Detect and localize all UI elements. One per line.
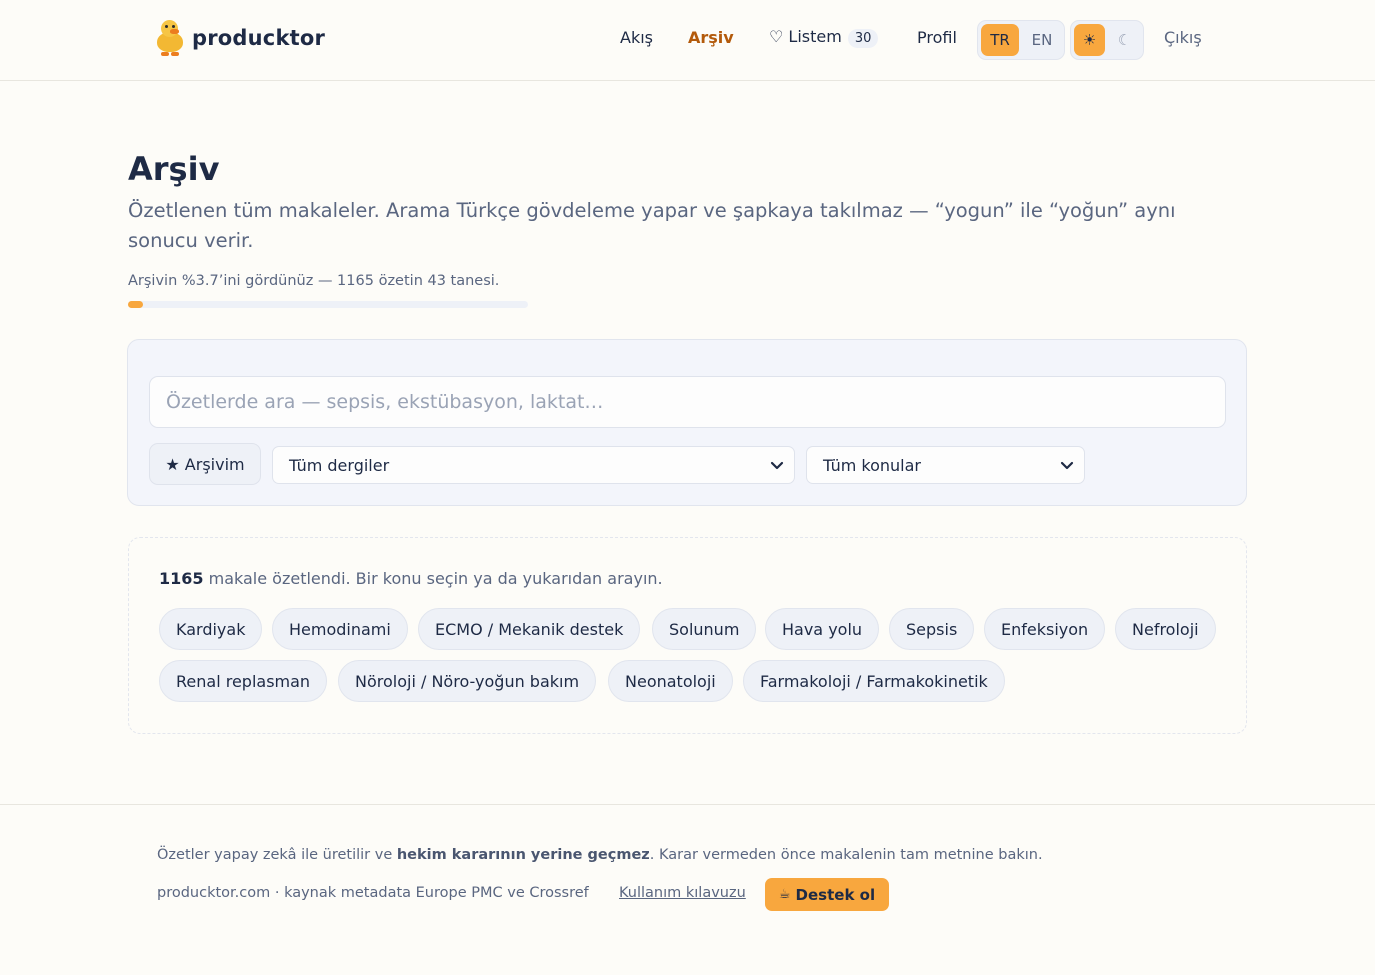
- topic-chip[interactable]: Kardiyak: [159, 608, 263, 650]
- page-footer: Özetler yapay zekâ ile üretilir ve hekim…: [0, 804, 1375, 975]
- progress-bar-fill: [128, 301, 143, 308]
- topic-chip[interactable]: Sepsis: [889, 608, 975, 650]
- support-label: Destek ol: [795, 885, 876, 904]
- user-guide-link[interactable]: Kullanım kılavuzu: [619, 885, 746, 901]
- sun-icon[interactable]: ☀: [1074, 24, 1105, 56]
- nav-feed[interactable]: Akış: [620, 28, 653, 47]
- nav-archive[interactable]: Arşiv: [688, 28, 734, 47]
- topic-select-value: Tüm konular: [823, 455, 921, 475]
- journal-select[interactable]: Tüm dergiler: [272, 446, 795, 484]
- page-title: Arşiv: [128, 150, 220, 188]
- duck-icon: [156, 20, 184, 56]
- topic-chip[interactable]: Farmakoloji / Farmakokinetik: [743, 660, 1005, 702]
- nav-mylist-label: ♡ Listem: [769, 27, 842, 46]
- topic-chip[interactable]: Hava yolu: [765, 608, 880, 650]
- topic-chip[interactable]: Neonatoloji: [608, 660, 733, 702]
- topic-chip[interactable]: Nefroloji: [1115, 608, 1216, 650]
- nav-profile[interactable]: Profil: [917, 28, 957, 47]
- disclaimer-start: Özetler yapay zekâ ile üretilir ve: [157, 847, 397, 863]
- nav-mylist[interactable]: ♡ Listem 30: [769, 27, 879, 48]
- my-archive-button[interactable]: ★ Arşivim: [149, 443, 261, 485]
- topic-chip[interactable]: Nöroloji / Nöro-yoğun bakım: [338, 660, 597, 702]
- journal-select-value: Tüm dergiler: [289, 455, 390, 475]
- lang-tr-button[interactable]: TR: [981, 24, 1019, 56]
- disclaimer-end: . Karar vermeden önce makalenin tam metn…: [649, 847, 1043, 863]
- moon-icon[interactable]: ☾: [1109, 24, 1140, 56]
- chevron-down-icon: [770, 461, 784, 470]
- ai-disclaimer: Özetler yapay zekâ ile üretilir ve hekim…: [157, 847, 1043, 863]
- language-toggle: TR EN: [977, 20, 1065, 60]
- search-input[interactable]: [149, 376, 1226, 428]
- topic-chip[interactable]: Enfeksiyon: [984, 608, 1106, 650]
- brand-name: producktor: [192, 26, 326, 50]
- lang-en-button[interactable]: EN: [1023, 24, 1061, 56]
- topics-intro-text: makale özetlendi. Bir konu seçin ya da y…: [203, 569, 663, 588]
- chevron-down-icon: [1060, 461, 1074, 470]
- footer-meta: producktor.com · kaynak metadata Europe …: [157, 885, 589, 901]
- topic-chip[interactable]: Hemodinami: [272, 608, 408, 650]
- topic-chip[interactable]: Solunum: [652, 608, 757, 650]
- topic-chip[interactable]: Renal replasman: [159, 660, 328, 702]
- topic-select[interactable]: Tüm konular: [806, 446, 1085, 484]
- support-button[interactable]: ☕ Destek ol: [765, 878, 889, 911]
- progress-bar: [128, 301, 528, 308]
- brand-logo[interactable]: producktor: [156, 20, 325, 56]
- search-panel: ★ Arşivim Tüm dergiler Tüm konular: [127, 339, 1247, 506]
- page-subtitle: Özetlenen tüm makaleler. Arama Türkçe gö…: [128, 199, 1176, 252]
- disclaimer-bold: hekim kararının yerine geçmez: [396, 847, 650, 863]
- theme-toggle: ☀ ☾: [1070, 20, 1144, 60]
- article-count: 1165: [159, 569, 204, 588]
- top-header: producktor Akış Arşiv ♡ Listem 30 Profil …: [0, 0, 1375, 81]
- topics-card: 1165 makale özetlendi. Bir konu seçin ya…: [128, 537, 1247, 734]
- topics-intro: 1165 makale özetlendi. Bir konu seçin ya…: [159, 569, 663, 588]
- coffee-icon: ☕: [778, 887, 791, 902]
- progress-text: Arşivin %3.7’ini gördünüz — 1165 özetin …: [128, 273, 500, 289]
- logout-link[interactable]: Çıkış: [1164, 28, 1202, 47]
- topic-chip[interactable]: ECMO / Mekanik destek: [418, 608, 641, 650]
- mylist-count-badge: 30: [847, 29, 879, 48]
